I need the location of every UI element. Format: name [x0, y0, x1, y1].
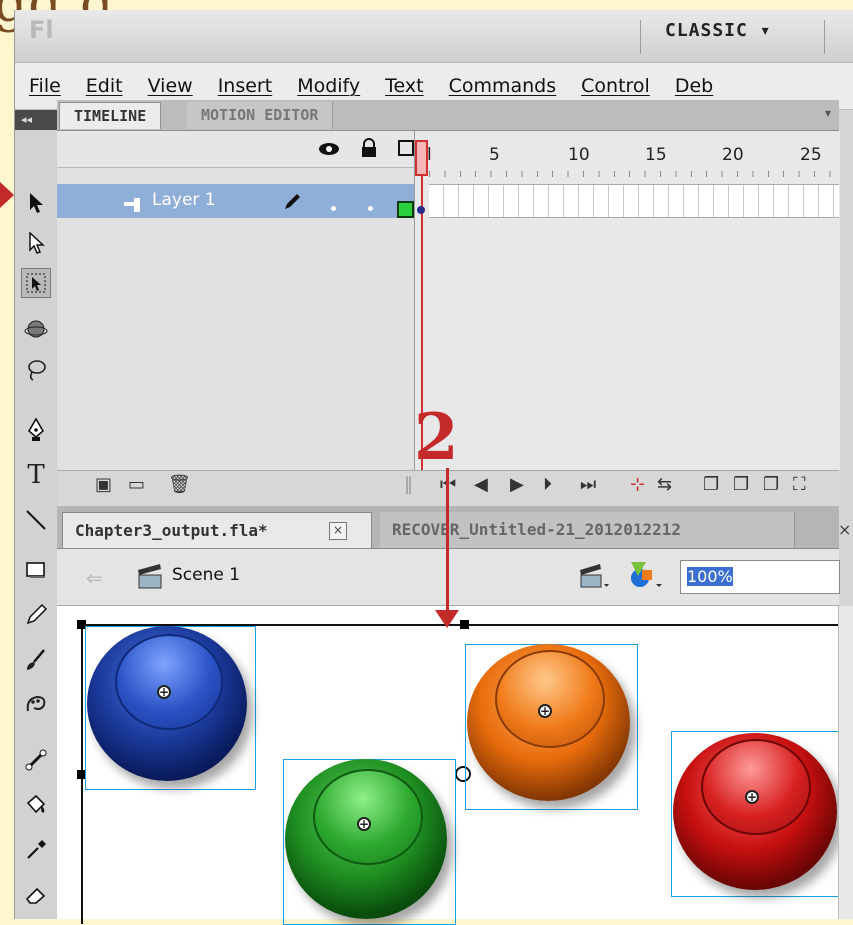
show-hide-eye-icon[interactable]: [318, 140, 340, 162]
menu-commands[interactable]: Commands: [449, 75, 557, 97]
menu-file[interactable]: File: [29, 75, 61, 97]
menu-insert[interactable]: Insert: [218, 75, 273, 97]
new-layer-icon[interactable]: ▣: [95, 474, 112, 495]
ruler-label: 20: [722, 145, 744, 165]
pen-tool-icon[interactable]: [21, 415, 51, 445]
panel-tabs: TIMELINE MOTION EDITOR ▾: [57, 100, 839, 131]
pencil-edit-icon: [282, 192, 302, 216]
transform-handle[interactable]: [460, 620, 469, 629]
registration-point-icon: +: [538, 704, 552, 718]
tab-timeline[interactable]: TIMELINE: [59, 102, 162, 129]
step-forward-icon[interactable]: ⏵: [543, 474, 552, 495]
zoom-input[interactable]: 100%: [680, 560, 840, 594]
stage[interactable]: + + + +: [57, 606, 841, 925]
menu-control[interactable]: Control: [581, 75, 650, 97]
annotation-arrow: [446, 468, 449, 615]
pencil-tool-icon[interactable]: [21, 600, 51, 630]
ruler-label: 15: [645, 145, 667, 165]
stage-scrollbar[interactable]: [838, 606, 853, 919]
text-tool-icon[interactable]: T: [21, 460, 51, 490]
divider: [640, 20, 641, 54]
ruler-label: 25: [800, 145, 822, 165]
loop-icon[interactable]: ⇆: [657, 474, 672, 495]
playhead[interactable]: [415, 140, 428, 176]
selection-tool-icon[interactable]: [21, 188, 51, 218]
ruler-ticks: [429, 171, 839, 177]
app-logo: Fl: [29, 16, 54, 44]
menu-modify[interactable]: Modify: [297, 75, 360, 97]
menu-view[interactable]: View: [148, 75, 193, 97]
paint-bucket-tool-icon[interactable]: [21, 790, 51, 820]
zoom-value: 100%: [687, 567, 733, 586]
panel-menu-icon[interactable]: ▾: [825, 106, 831, 120]
pointer-arrow: [0, 182, 14, 208]
ruler-label: 5: [489, 145, 500, 165]
deco-tool-icon[interactable]: [21, 690, 51, 720]
menu-debug[interactable]: Deb: [675, 75, 713, 97]
edit-scene-icon[interactable]: [578, 560, 610, 594]
close-tab-icon[interactable]: ×: [329, 522, 347, 540]
step-back-icon[interactable]: ◀: [474, 474, 488, 495]
frame-cells[interactable]: [429, 184, 839, 218]
layer-icon: [122, 196, 142, 218]
menu-text[interactable]: Text: [385, 75, 423, 97]
go-to-last-frame-icon[interactable]: ⏭: [580, 474, 596, 495]
registration-point-icon: +: [745, 790, 759, 804]
delete-layer-icon[interactable]: 🗑: [168, 474, 191, 495]
brush-tool-icon[interactable]: [21, 645, 51, 675]
edit-multiple-frames-icon[interactable]: ❐: [763, 474, 779, 495]
back-arrow-icon[interactable]: ⇐: [86, 566, 103, 590]
frames-area: [414, 131, 840, 470]
edit-symbols-icon[interactable]: [624, 556, 664, 596]
subselection-tool-icon[interactable]: [21, 228, 51, 258]
outline-toggle-icon[interactable]: [398, 140, 414, 156]
layer-color-swatch[interactable]: [397, 201, 414, 218]
rectangle-tool-icon[interactable]: [21, 555, 51, 585]
play-icon[interactable]: ▶: [510, 474, 524, 495]
free-transform-tool-icon[interactable]: [21, 268, 51, 298]
document-tab-chapter3[interactable]: Chapter3_output.fla*: [62, 512, 372, 548]
onion-skin-outlines-icon[interactable]: ❐: [733, 474, 749, 495]
registration-point-icon: +: [157, 685, 171, 699]
eyedropper-tool-icon[interactable]: [21, 835, 51, 865]
workspace-switcher[interactable]: CLASSIC ▾: [665, 20, 772, 41]
splitter-icon[interactable]: ‖: [404, 474, 413, 495]
lasso-tool-icon[interactable]: [21, 355, 51, 385]
blue-button-cap: [115, 634, 223, 730]
visibility-dot[interactable]: [331, 206, 336, 211]
bone-tool-icon[interactable]: [21, 745, 51, 775]
eraser-tool-icon[interactable]: [21, 880, 51, 910]
divider: [824, 20, 825, 54]
keyframe[interactable]: [417, 206, 425, 214]
lock-icon[interactable]: [360, 138, 378, 162]
orange-button-cap: [495, 650, 605, 748]
center-frame-icon[interactable]: ⊹: [630, 474, 645, 495]
new-folder-icon[interactable]: ▭: [128, 474, 145, 495]
ruler-label: 10: [568, 145, 590, 165]
red-button-cap: [701, 739, 811, 835]
layer-row[interactable]: [57, 184, 414, 218]
scene-label: Scene 1: [172, 565, 241, 585]
tabs-overflow-icon[interactable]: ×: [838, 520, 851, 539]
title-bar: Fl CLASSIC ▾: [15, 10, 853, 63]
modify-onion-markers-icon[interactable]: ⛶: [793, 474, 806, 495]
layer-name[interactable]: Layer 1: [152, 190, 216, 210]
tab-motion-editor[interactable]: MOTION EDITOR: [187, 102, 334, 129]
3d-rotation-tool-icon[interactable]: [21, 315, 51, 345]
document-tab-recover[interactable]: RECOVER_Untitled-21_2012012212: [380, 512, 795, 548]
onion-skin-icon[interactable]: ❐: [703, 474, 719, 495]
step-number: 2: [414, 400, 459, 475]
lock-dot[interactable]: [368, 206, 373, 211]
registration-point-icon: +: [357, 817, 371, 831]
menu-edit[interactable]: Edit: [86, 75, 123, 97]
annotation-arrow-head: [435, 610, 459, 628]
scene-clapper-icon: [136, 560, 164, 594]
line-tool-icon[interactable]: [21, 505, 51, 535]
document-tab-label: Chapter3_output.fla*: [75, 521, 268, 540]
